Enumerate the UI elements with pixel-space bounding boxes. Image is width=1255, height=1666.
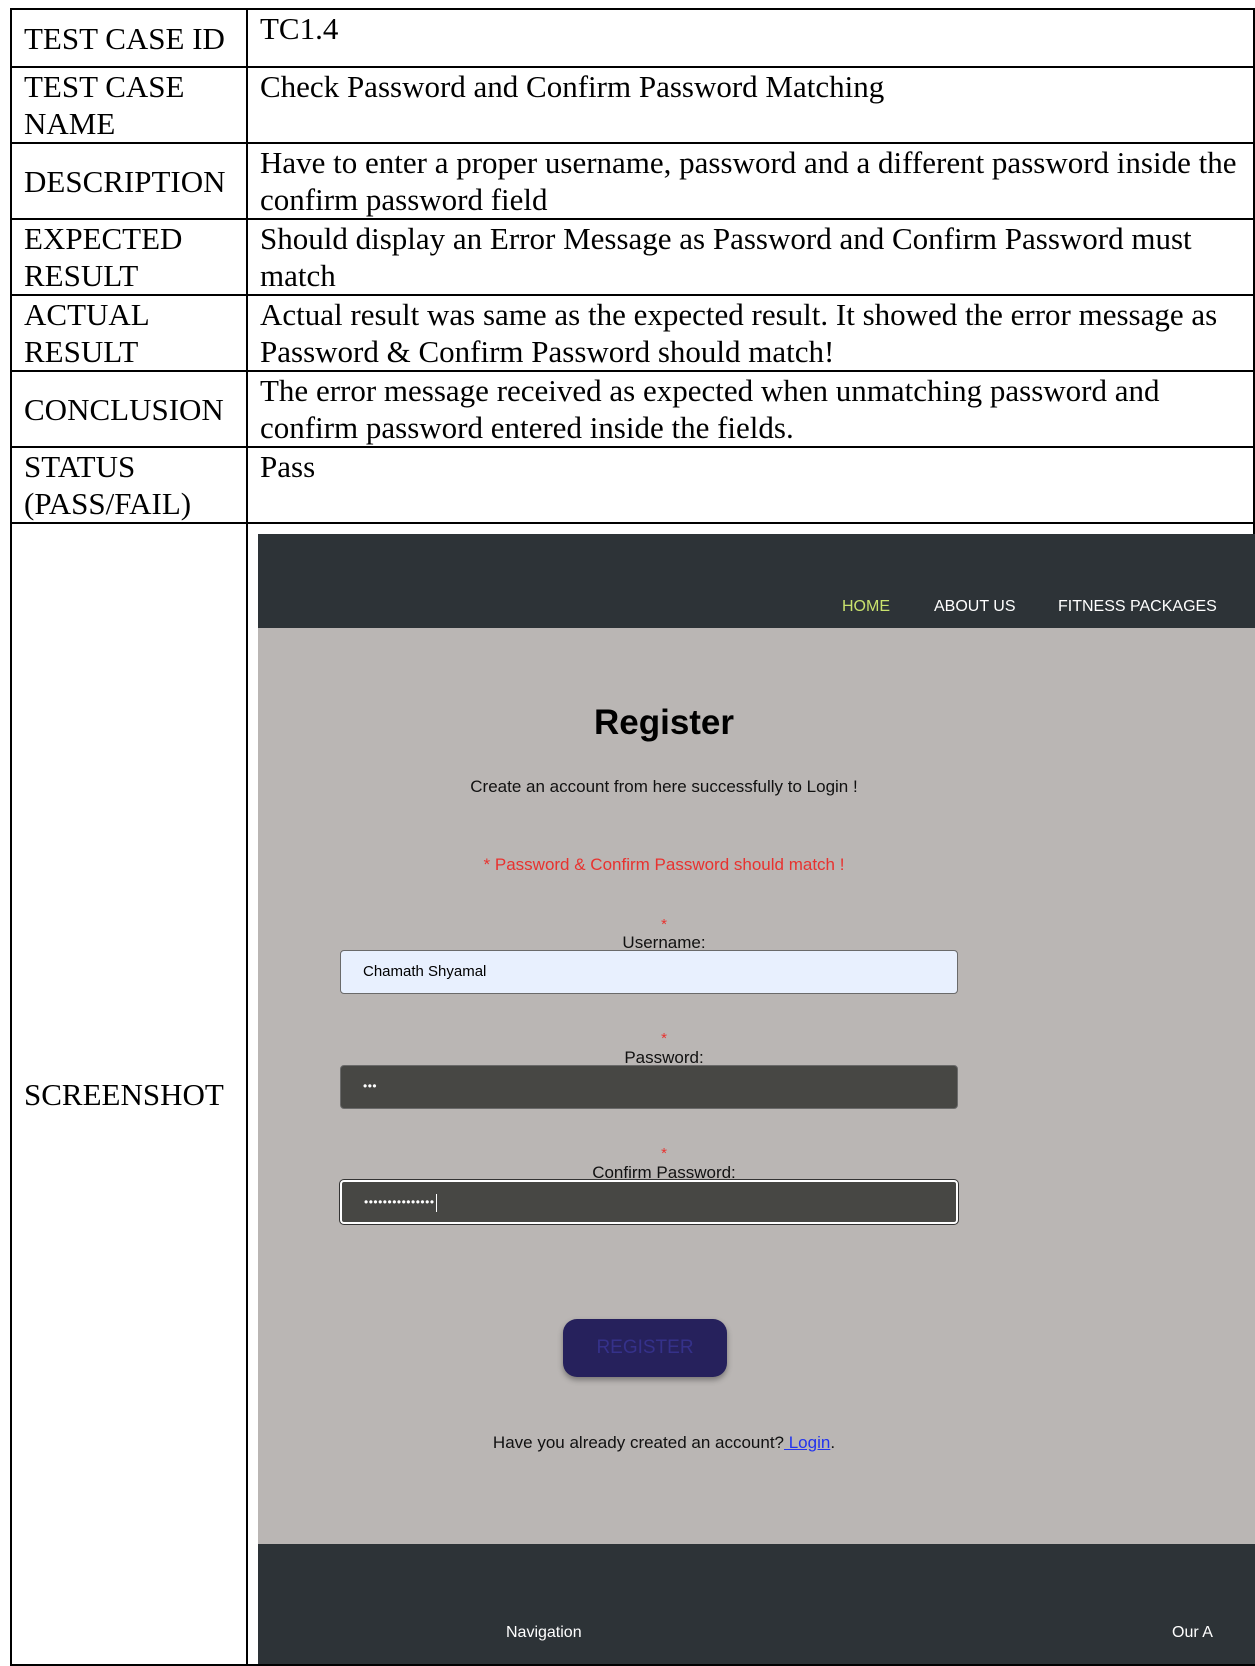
label-test-case-id: TEST CASE ID — [10, 8, 248, 68]
footer-navigation-heading: Navigation — [506, 1624, 582, 1641]
value-screenshot: HOME ABOUT US FITNESS PACKAGES Register … — [246, 522, 1255, 1666]
label-description: DESCRIPTION — [10, 142, 248, 220]
row-test-case-name: TEST CASE NAME Check Password and Confir… — [10, 66, 1255, 144]
value-expected-result: Should display an Error Message as Passw… — [246, 218, 1255, 296]
value-test-case-name: Check Password and Confirm Password Matc… — [246, 66, 1255, 144]
footer-our-heading: Our A — [1172, 1624, 1213, 1641]
label-expected-result: EXPECTED RESULT — [10, 218, 248, 296]
value-conclusion: The error message received as expected w… — [246, 370, 1255, 448]
register-button[interactable]: REGISTER — [563, 1319, 727, 1377]
login-suffix: . — [830, 1433, 836, 1452]
embedded-screenshot: HOME ABOUT US FITNESS PACKAGES Register … — [258, 534, 1255, 1664]
row-conclusion: CONCLUSION The error message received as… — [10, 370, 1255, 448]
label-actual-result: ACTUAL RESULT — [10, 294, 248, 372]
error-message: * Password & Confirm Password should mat… — [483, 855, 845, 874]
row-test-case-id: TEST CASE ID TC1.4 — [10, 8, 1255, 68]
footer — [258, 1544, 1255, 1664]
row-expected-result: EXPECTED RESULT Should display an Error … — [10, 218, 1255, 296]
login-link[interactable]: Login — [784, 1433, 831, 1452]
login-prompt: Have you already created an account? Log… — [258, 1424, 1070, 1461]
nav-packages-link[interactable]: FITNESS PACKAGES — [1058, 588, 1217, 625]
row-actual-result: ACTUAL RESULT Actual result was same as … — [10, 294, 1255, 372]
label-test-case-name: TEST CASE NAME — [10, 66, 248, 144]
label-screenshot: SCREENSHOT — [10, 522, 248, 1666]
value-actual-result: Actual result was same as the expected r… — [246, 294, 1255, 372]
row-status: STATUS (PASS/FAIL) Pass — [10, 446, 1255, 524]
nav-about-link[interactable]: ABOUT US — [934, 588, 1016, 625]
label-status: STATUS (PASS/FAIL) — [10, 446, 248, 524]
register-subtitle: Create an account from here successfully… — [470, 777, 858, 796]
password-input[interactable]: ••• — [340, 1065, 958, 1109]
value-description: Have to enter a proper username, passwor… — [246, 142, 1255, 220]
confirm-masked-value: ••••••••••••••• — [364, 1195, 435, 1209]
password-masked-value: ••• — [363, 1079, 378, 1093]
nav-home-link[interactable]: HOME — [842, 588, 890, 625]
text-caret — [435, 1193, 437, 1212]
test-case-table: TEST CASE ID TC1.4 TEST CASE NAME Check … — [10, 8, 1255, 1666]
test-case-document: TEST CASE ID TC1.4 TEST CASE NAME Check … — [10, 8, 1255, 1666]
row-description: DESCRIPTION Have to enter a proper usern… — [10, 142, 1255, 220]
navbar: HOME ABOUT US FITNESS PACKAGES — [258, 534, 1255, 628]
register-title: Register — [593, 703, 735, 742]
label-conclusion: CONCLUSION — [10, 370, 248, 448]
username-input[interactable]: Chamath Shyamal — [340, 950, 958, 994]
value-status: Pass — [246, 446, 1255, 524]
login-prompt-text: Have you already created an account? — [492, 1433, 784, 1452]
row-screenshot: SCREENSHOT HOME ABOUT US FITNESS PACKAGE… — [10, 522, 1255, 1666]
value-test-case-id: TC1.4 — [246, 8, 1255, 68]
confirm-password-input[interactable]: ••••••••••••••• — [340, 1180, 958, 1224]
